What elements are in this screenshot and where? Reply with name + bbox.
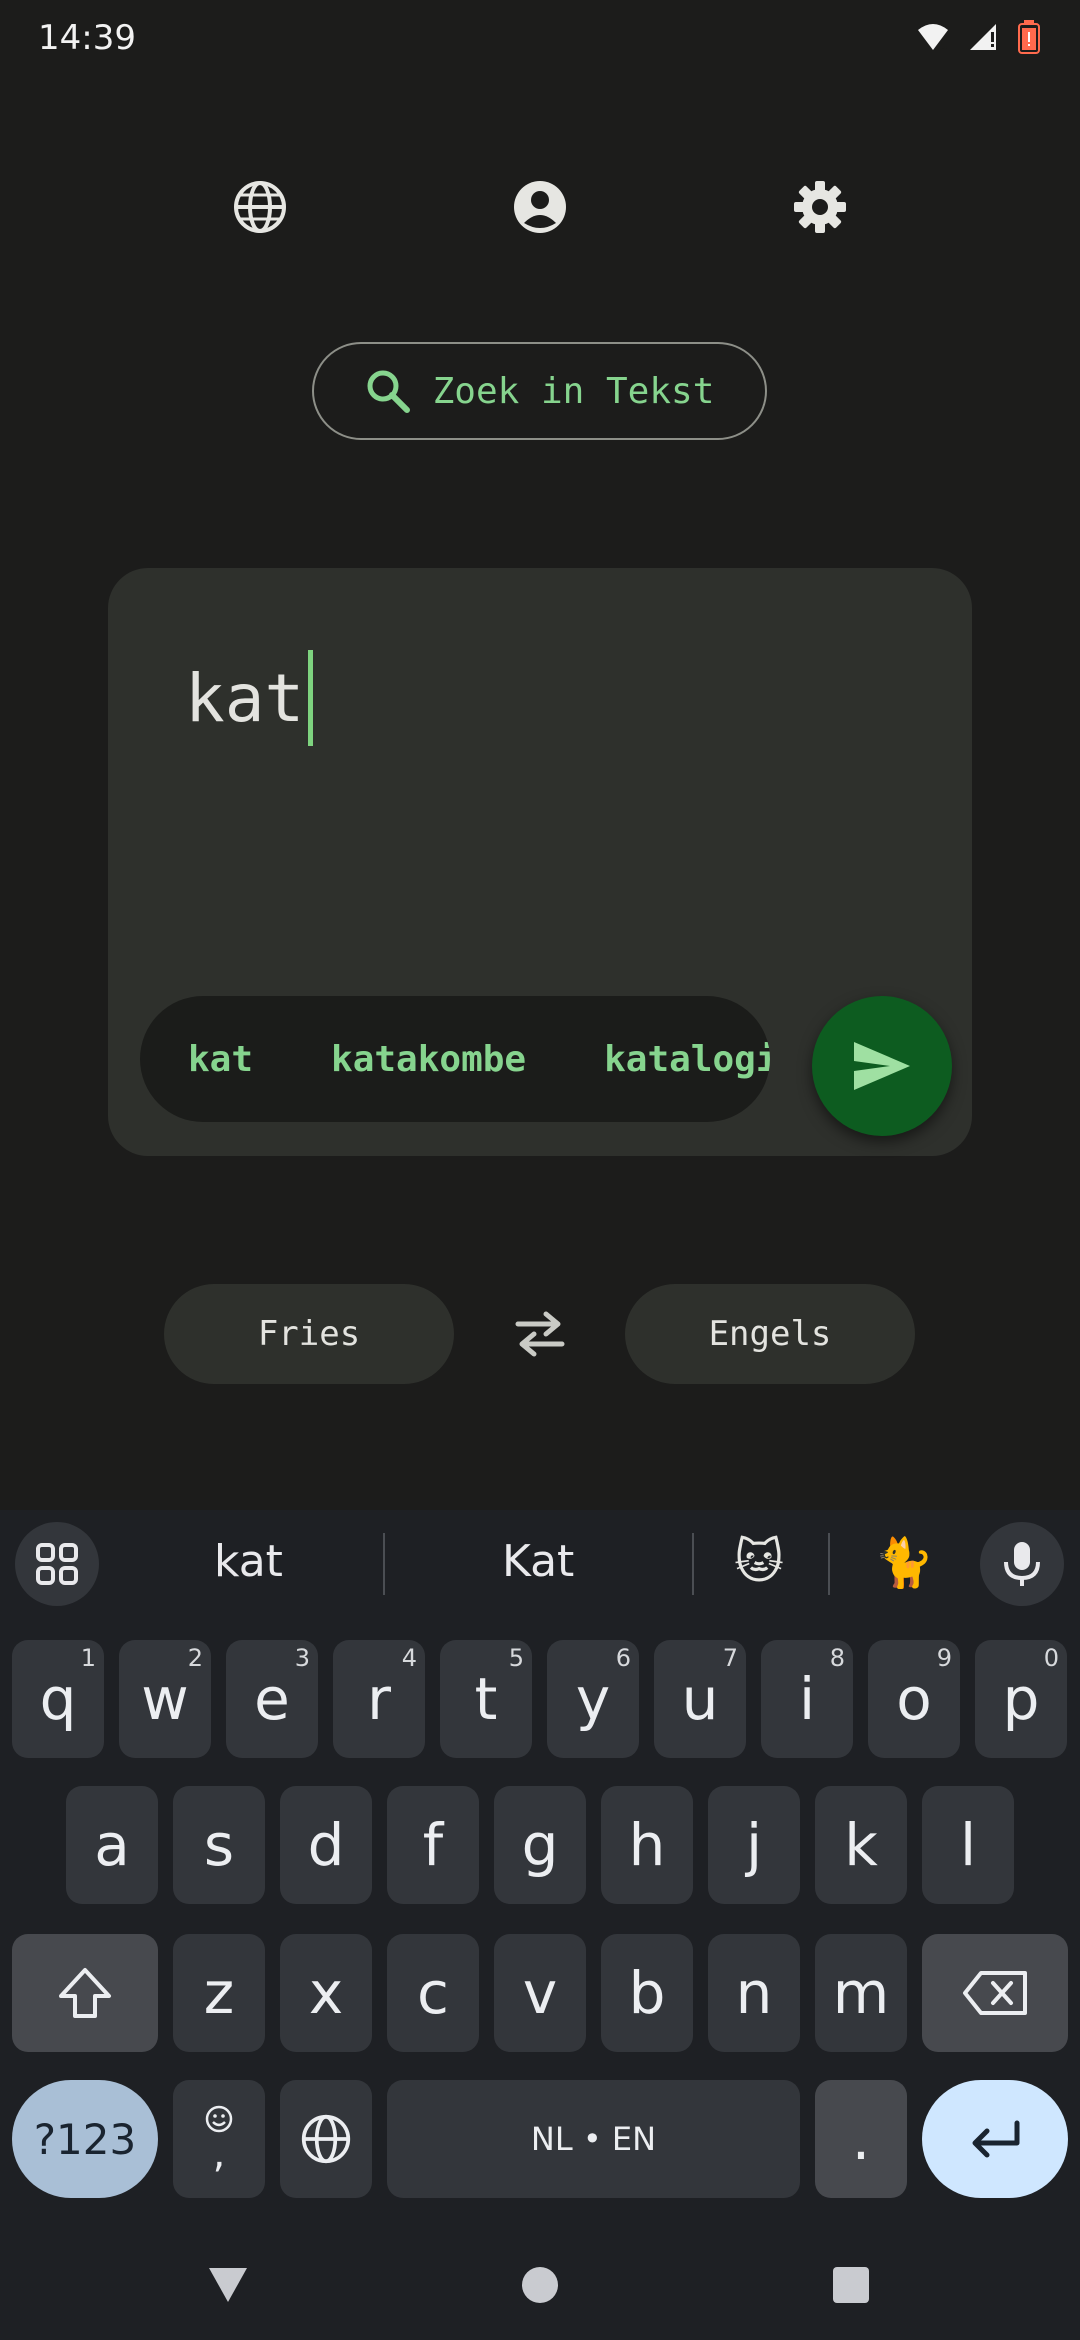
- backspace-icon: [963, 1971, 1027, 2015]
- key-y[interactable]: y6: [547, 1640, 639, 1758]
- signal-icon: [970, 24, 996, 50]
- comma-label: ,: [212, 2131, 226, 2177]
- key-b[interactable]: b: [601, 1934, 693, 2052]
- suggestion-chip[interactable]: katakombe: [331, 1039, 526, 1080]
- svg-text:5: 5: [940, 40, 948, 52]
- key-e[interactable]: e3: [226, 1640, 318, 1758]
- text-input-field[interactable]: kat: [185, 650, 314, 746]
- source-language-button[interactable]: Fries: [164, 1284, 454, 1384]
- key-hint: 9: [936, 1644, 952, 1672]
- key-z[interactable]: z: [173, 1934, 265, 2052]
- key-t[interactable]: t5: [440, 1640, 532, 1758]
- backspace-key[interactable]: [922, 1934, 1068, 2052]
- key-label: e: [254, 1665, 290, 1733]
- key-hint: 7: [722, 1644, 738, 1672]
- key-label: u: [681, 1665, 719, 1733]
- key-g[interactable]: g: [494, 1786, 586, 1904]
- key-h[interactable]: h: [601, 1786, 693, 1904]
- status-icons: 5: [916, 20, 1040, 54]
- key-i[interactable]: i8: [761, 1640, 853, 1758]
- suggestion-chip[interactable]: katalogis: [604, 1039, 770, 1080]
- key-r[interactable]: r4: [333, 1640, 425, 1758]
- key-label: y: [575, 1665, 611, 1733]
- key-x[interactable]: x: [280, 1934, 372, 2052]
- keyboard-suggestion[interactable]: Kat: [502, 1536, 574, 1587]
- key-hint: 3: [294, 1644, 310, 1672]
- home-icon[interactable]: [521, 2266, 559, 2308]
- key-v[interactable]: v: [494, 1934, 586, 2052]
- key-w[interactable]: w2: [119, 1640, 211, 1758]
- key-label: t: [474, 1665, 498, 1733]
- emoji-icon: [205, 2105, 233, 2133]
- key-o[interactable]: o9: [868, 1640, 960, 1758]
- key-label: w: [141, 1665, 189, 1733]
- key-c[interactable]: c: [387, 1934, 479, 2052]
- suggestion-chip[interactable]: kat: [188, 1039, 253, 1080]
- key-p[interactable]: p0: [975, 1640, 1067, 1758]
- battery-icon: [1018, 20, 1040, 54]
- send-button[interactable]: [812, 996, 952, 1136]
- language-switch-key[interactable]: [280, 2080, 372, 2198]
- enter-icon: [972, 2120, 1020, 2158]
- search-label: Zoek in Tekst: [432, 370, 715, 412]
- space-key[interactable]: NL • EN: [387, 2080, 800, 2198]
- key-a[interactable]: a: [66, 1786, 158, 1904]
- emoji-suggestion[interactable]: 🐈: [874, 1534, 934, 1591]
- shift-key[interactable]: [12, 1934, 158, 2052]
- key-label: i: [798, 1665, 816, 1733]
- key-f[interactable]: f: [387, 1786, 479, 1904]
- key-hint: 2: [187, 1644, 203, 1672]
- suggestion-chips: kat katakombe katalogis: [140, 996, 770, 1122]
- key-j[interactable]: j: [708, 1786, 800, 1904]
- emoji-comma-key[interactable]: ,: [173, 2080, 265, 2198]
- key-label: q: [39, 1665, 77, 1733]
- emoji-suggestion[interactable]: 🐱: [734, 1534, 784, 1590]
- back-icon[interactable]: [207, 2266, 249, 2308]
- key-hint: 5: [508, 1644, 524, 1672]
- divider: [692, 1533, 694, 1595]
- enter-key[interactable]: [922, 2080, 1068, 2198]
- swap-languages-icon[interactable]: [510, 1306, 570, 1362]
- key-d[interactable]: d: [280, 1786, 372, 1904]
- wifi-icon: 5: [918, 24, 948, 52]
- input-value: kat: [185, 659, 305, 737]
- key-label: o: [896, 1665, 932, 1733]
- microphone-icon[interactable]: [980, 1522, 1064, 1606]
- shift-icon: [59, 1968, 111, 2018]
- status-time: 14:39: [38, 18, 136, 58]
- key-hint: 8: [829, 1644, 845, 1672]
- recents-icon[interactable]: [832, 2266, 870, 2308]
- search-icon: [367, 370, 410, 413]
- key-m[interactable]: m: [815, 1934, 907, 2052]
- key-l[interactable]: l: [922, 1786, 1014, 1904]
- globe-icon: [301, 2114, 351, 2164]
- key-hint: 1: [80, 1644, 96, 1672]
- period-key[interactable]: .: [815, 2080, 907, 2198]
- text-caret: [308, 650, 314, 746]
- key-k[interactable]: k: [815, 1786, 907, 1904]
- key-hint: 4: [401, 1644, 417, 1672]
- send-icon: [854, 1042, 910, 1090]
- navigation-bar: [0, 2230, 1080, 2340]
- gear-icon[interactable]: [788, 175, 852, 239]
- symbols-key[interactable]: ?123: [12, 2080, 158, 2198]
- key-hint: 0: [1043, 1644, 1059, 1672]
- key-u[interactable]: u7: [654, 1640, 746, 1758]
- key-label: p: [1002, 1665, 1040, 1733]
- account-circle-icon[interactable]: [508, 175, 572, 239]
- key-s[interactable]: s: [173, 1786, 265, 1904]
- search-in-text-button[interactable]: Zoek in Tekst: [312, 342, 767, 440]
- key-hint: 6: [615, 1644, 631, 1672]
- globe-icon[interactable]: [228, 175, 292, 239]
- apps-grid-icon[interactable]: [15, 1522, 99, 1606]
- key-q[interactable]: q1: [12, 1640, 104, 1758]
- key-n[interactable]: n: [708, 1934, 800, 2052]
- key-label: r: [367, 1665, 391, 1733]
- divider: [828, 1533, 830, 1595]
- target-language-button[interactable]: Engels: [625, 1284, 915, 1384]
- divider: [383, 1533, 385, 1595]
- keyboard-suggestion[interactable]: kat: [214, 1536, 283, 1587]
